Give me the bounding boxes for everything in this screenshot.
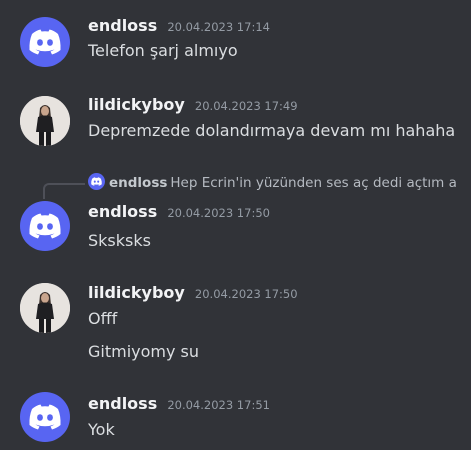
username[interactable]: lildickyboy (88, 95, 185, 114)
user-avatar[interactable] (20, 283, 70, 333)
reply-text: Hep Ecrin'in yüzünden ses aç dedi açtım … (170, 175, 457, 191)
timestamp: 20.04.2023 17:14 (167, 20, 270, 34)
message-header: endloss 20.04.2023 17:14 (88, 16, 270, 35)
reply-username[interactable]: endloss (109, 175, 167, 191)
message-content: Depremzede dolandırmaya devam mı hahaha (88, 121, 456, 140)
message-content: Yok (88, 420, 115, 439)
timestamp: 20.04.2023 17:50 (167, 206, 270, 220)
discord-logo-icon (88, 173, 105, 190)
username[interactable]: endloss (88, 16, 157, 35)
message-header: endloss 20.04.2023 17:50 (88, 202, 270, 221)
timestamp: 20.04.2023 17:50 (194, 287, 298, 301)
message-header: endloss 20.04.2023 17:51 (88, 394, 270, 413)
discord-logo-icon[interactable] (20, 392, 70, 442)
timestamp: 20.04.2023 17:51 (167, 398, 270, 412)
message-header: lildickyboy 20.04.2023 17:49 (88, 95, 298, 114)
username[interactable]: lildickyboy (88, 283, 185, 302)
message-header: lildickyboy 20.04.2023 17:50 (88, 283, 298, 302)
reply-connector (43, 183, 85, 199)
message-content: Telefon şarj almıyo (88, 41, 238, 60)
user-avatar[interactable] (20, 96, 70, 146)
reply-preview[interactable]: endloss Hep Ecrin'in yüzünden ses aç dedi… (88, 173, 457, 191)
timestamp: 20.04.2023 17:49 (194, 99, 298, 113)
message-content: Sksksks (88, 231, 151, 250)
username[interactable]: endloss (88, 394, 157, 413)
username[interactable]: endloss (88, 202, 157, 221)
discord-logo-icon[interactable] (20, 201, 70, 251)
message-content: Offf (88, 309, 118, 328)
message-content: Gitmiyomy su (88, 342, 200, 361)
discord-logo-icon[interactable] (20, 17, 70, 67)
